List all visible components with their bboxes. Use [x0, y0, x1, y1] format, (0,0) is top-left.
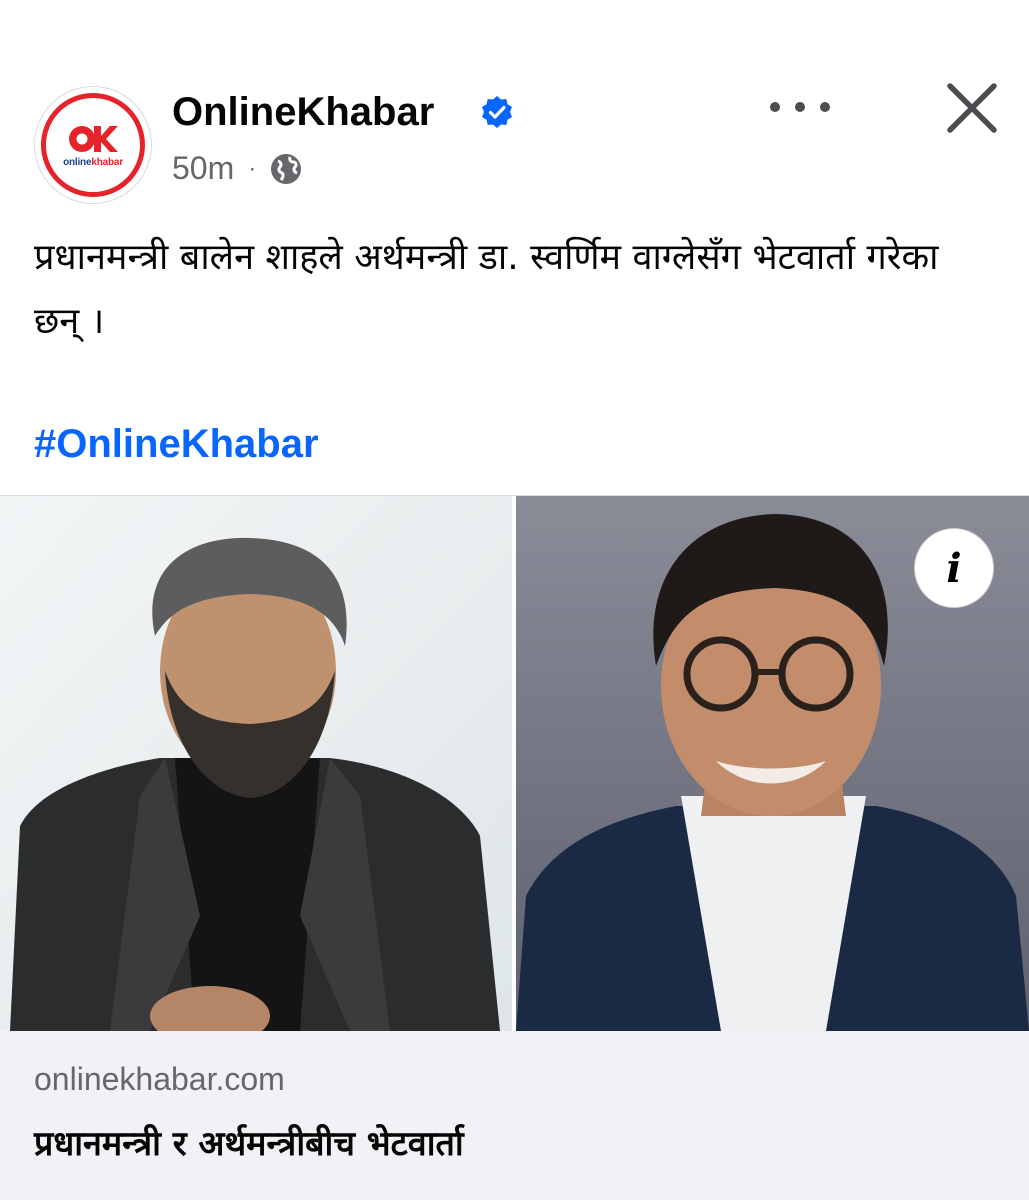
page-avatar[interactable]: onlinekhabar: [34, 86, 152, 204]
link-domain: onlinekhabar.com: [34, 1061, 285, 1097]
onlinekhabar-logo: onlinekhabar: [41, 93, 145, 197]
hashtag-link[interactable]: #OnlineKhabar: [34, 418, 319, 470]
timestamp[interactable]: 50m: [172, 150, 234, 187]
close-icon[interactable]: [944, 80, 1000, 136]
page-name[interactable]: OnlineKhabar: [172, 88, 434, 136]
ok-logo-icon: [69, 125, 118, 152]
info-icon[interactable]: i: [914, 528, 994, 608]
more-options-icon[interactable]: [770, 92, 830, 122]
link-title[interactable]: प्रधानमन्त्री र अर्थमन्त्रीबीच भेटवार्ता: [34, 1119, 464, 1165]
post-text: प्रधानमन्त्री बालेन शाहले अर्थमन्त्री डा…: [34, 237, 939, 342]
photo-left-person[interactable]: [0, 496, 512, 1031]
post-meta: 50m ·: [172, 150, 302, 187]
post-media[interactable]: [0, 495, 1029, 1031]
logo-wordmark: onlinekhabar: [63, 156, 123, 168]
verified-badge-icon: [482, 96, 512, 128]
globe-icon: [271, 153, 302, 184]
link-preview-card[interactable]: onlinekhabar.com प्रधानमन्त्री र अर्थमन्…: [0, 1031, 1029, 1200]
meta-separator: ·: [248, 154, 257, 182]
